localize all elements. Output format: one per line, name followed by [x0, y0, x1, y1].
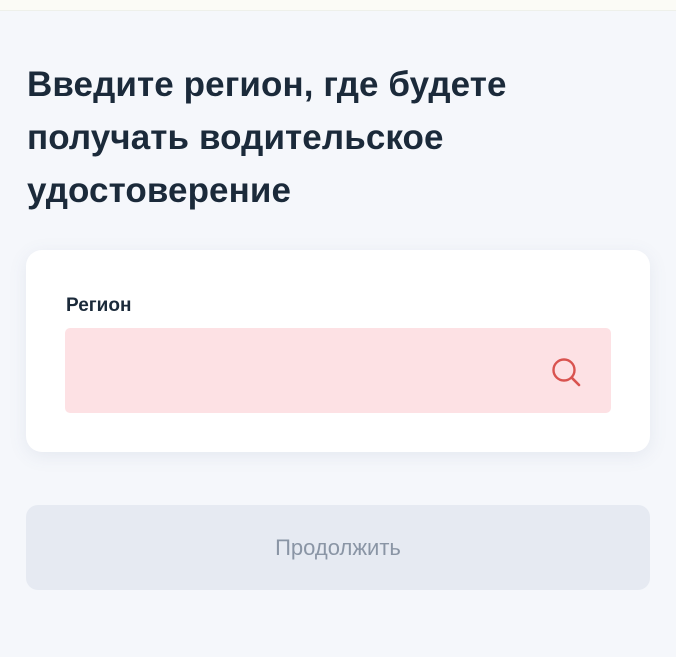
continue-button[interactable]: Продолжить [26, 505, 650, 590]
top-strip [0, 0, 676, 11]
region-input[interactable] [65, 328, 611, 413]
region-selection-page: Введите регион, где будете получать води… [0, 0, 676, 657]
page-title: Введите регион, где будете получать води… [27, 65, 507, 210]
region-card: Регион [26, 250, 650, 452]
search-icon[interactable] [549, 355, 583, 389]
region-label: Регион [66, 295, 132, 316]
